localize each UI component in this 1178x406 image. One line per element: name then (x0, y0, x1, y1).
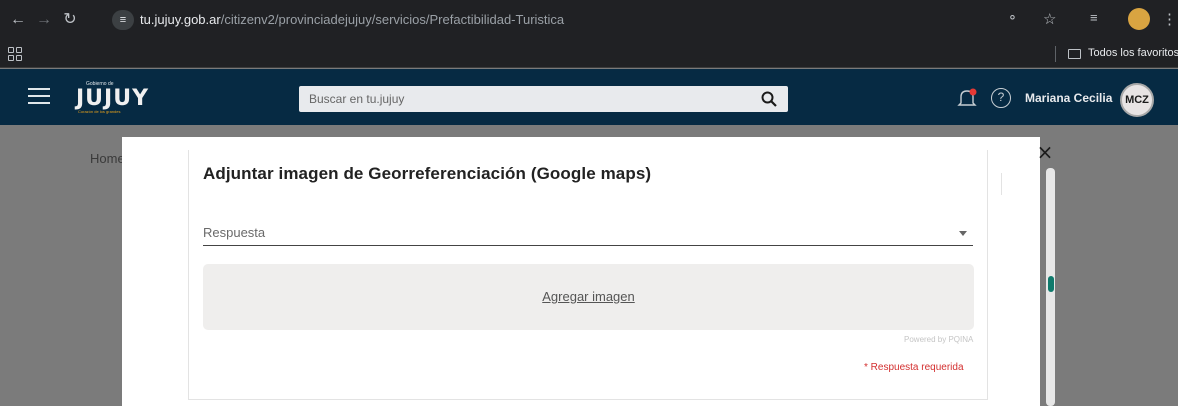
breadcrumb[interactable]: Home (90, 151, 125, 166)
bookmarks-separator (1055, 46, 1056, 62)
hamburger-icon[interactable] (28, 88, 50, 106)
search-box[interactable] (299, 86, 788, 112)
kebab-menu-icon[interactable]: ⋮ (1162, 10, 1177, 28)
search-icon[interactable] (760, 90, 778, 108)
bell-icon[interactable] (956, 87, 978, 109)
image-dropzone[interactable]: Agregar imagen (203, 264, 974, 330)
reading-list-icon[interactable]: ≡ (1090, 10, 1098, 25)
powered-by-label[interactable]: Powered by PQINA (904, 335, 973, 344)
all-bookmarks-link[interactable]: Todos los favoritos (1088, 47, 1178, 59)
scrollbar-thumb[interactable] (1048, 276, 1054, 292)
back-icon[interactable]: ← (8, 10, 28, 30)
bookmarks-bar (0, 40, 1178, 68)
address-bar[interactable]: ≡ tu.jujuy.gob.ar/citizenv2/provinciadej… (108, 6, 1108, 34)
star-icon[interactable]: ☆ (1043, 10, 1056, 28)
user-name[interactable]: Mariana Cecilia (1025, 91, 1112, 105)
forward-icon[interactable]: → (34, 10, 54, 30)
dropdown-arrow-icon[interactable] (959, 231, 967, 236)
password-key-icon[interactable]: ⚬ (1007, 10, 1018, 26)
question-title: Adjuntar imagen de Georreferenciación (G… (203, 164, 652, 183)
card-divider (1001, 173, 1002, 195)
search-input[interactable] (309, 90, 749, 108)
add-image-link[interactable]: Agregar imagen (203, 289, 974, 304)
profile-icon[interactable] (1128, 8, 1150, 30)
close-icon[interactable]: × (1035, 142, 1055, 162)
url-text[interactable]: tu.jujuy.gob.ar/citizenv2/provinciadejuj… (140, 12, 564, 27)
folder-icon (1068, 49, 1081, 59)
help-icon[interactable]: ? (991, 88, 1011, 108)
answer-select[interactable]: Respuesta (203, 222, 973, 246)
apps-icon[interactable] (8, 47, 22, 61)
site-settings-icon[interactable]: ≡ (112, 10, 134, 30)
reload-icon[interactable]: ↻ (60, 10, 80, 30)
jujuy-logo[interactable]: Gobierno de JUJUY Corazón de los grandes (76, 81, 148, 115)
required-message: * Respuesta requerida (864, 362, 964, 373)
avatar[interactable]: MCZ (1120, 83, 1154, 117)
answer-select-placeholder: Respuesta (203, 225, 266, 240)
